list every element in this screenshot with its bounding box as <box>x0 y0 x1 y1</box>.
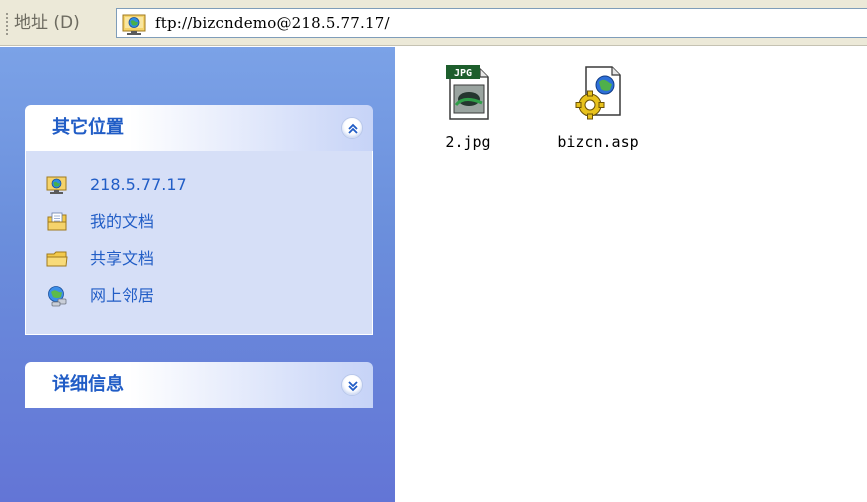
place-item-label: 我的文档 <box>90 212 155 231</box>
task-pane: 其它位置 218.5.77.17 我的文档 共享文档 网上邻居 详细信息 <box>0 47 395 502</box>
place-item-my-documents[interactable]: 我的文档 <box>26 206 372 243</box>
details-title: 详细信息 <box>52 374 124 395</box>
place-item-shared-documents[interactable]: 共享文档 <box>26 243 372 280</box>
file-view: JPG 2.jpg bizcn.asp <box>395 47 867 502</box>
collapse-button[interactable] <box>341 117 363 139</box>
file-item-jpg[interactable]: JPG 2.jpg <box>403 63 533 151</box>
jpg-file-icon: JPG <box>446 65 489 120</box>
network-icon <box>48 286 67 307</box>
toolbar-grip[interactable] <box>6 12 8 36</box>
file-name: bizcn.asp <box>557 133 639 151</box>
chevron-up-icon <box>348 123 358 134</box>
address-value: ftp://bizcndemo@218.5.77.17/ <box>155 14 390 32</box>
other-places-panel: 其它位置 218.5.77.17 我的文档 共享文档 网上邻居 <box>25 105 373 335</box>
place-item-ftp[interactable]: 218.5.77.17 <box>26 169 372 206</box>
ftp-folder-icon <box>46 176 67 194</box>
address-label: 地址 (D) <box>14 13 80 33</box>
place-item-network[interactable]: 网上邻居 <box>26 280 372 317</box>
place-item-label: 网上邻居 <box>90 286 155 305</box>
details-header[interactable]: 详细信息 <box>25 362 373 408</box>
other-places-title: 其它位置 <box>52 117 124 138</box>
file-item-asp[interactable]: bizcn.asp <box>533 63 663 151</box>
expand-button[interactable] <box>341 374 363 396</box>
ftp-folder-icon <box>122 14 146 35</box>
details-panel: 详细信息 <box>25 362 373 408</box>
other-places-header[interactable]: 其它位置 <box>25 105 373 151</box>
place-item-label: 218.5.77.17 <box>90 175 187 194</box>
file-name: 2.jpg <box>445 133 491 151</box>
chevron-down-icon <box>348 381 358 392</box>
address-input[interactable]: ftp://bizcndemo@218.5.77.17/ <box>116 8 867 38</box>
address-bar: 地址 (D) ftp://bizcndemo@218.5.77.17/ <box>0 0 867 46</box>
my-documents-icon <box>47 212 67 231</box>
asp-file-icon <box>575 66 621 120</box>
other-places-list: 218.5.77.17 我的文档 共享文档 网上邻居 <box>25 151 373 335</box>
jpg-badge-text: JPG <box>454 68 472 79</box>
place-item-label: 共享文档 <box>90 249 155 268</box>
folder-icon <box>46 251 68 267</box>
